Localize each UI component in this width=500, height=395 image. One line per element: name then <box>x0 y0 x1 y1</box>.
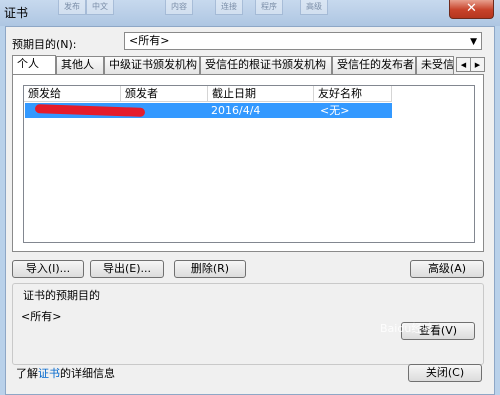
tab-others[interactable]: 其他人 <box>56 56 104 74</box>
close-button[interactable]: 关闭(C) <box>408 364 482 382</box>
advanced-button[interactable]: 高级(A) <box>410 260 484 278</box>
background-tab: 连接 <box>215 0 243 15</box>
import-button[interactable]: 导入(I)... <box>12 260 84 278</box>
title-bar: 证书 发布 中文 内容 连接 程序 高级 ✕ <box>0 0 500 26</box>
chevron-down-icon: ▼ <box>470 37 477 47</box>
column-friendly-name[interactable]: 友好名称 <box>314 86 392 102</box>
tab-scroll-left-icon[interactable]: ◀ <box>456 57 471 72</box>
footer-prefix: 了解 <box>16 367 38 380</box>
footer-suffix: 的详细信息 <box>60 367 115 380</box>
cell-expiration: 2016/4/4 <box>211 104 261 117</box>
certificate-list[interactable]: 颁发给 颁发者 截止日期 友好名称 2016/4/4 <无> <box>23 85 475 243</box>
export-button[interactable]: 导出(E)... <box>90 260 164 278</box>
purpose-value: <所有> <box>129 34 170 47</box>
window-title: 证书 <box>4 6 29 20</box>
tab-personal[interactable]: 个人 <box>12 55 56 75</box>
table-row[interactable]: 2016/4/4 <无> <box>25 103 392 118</box>
cell-friendly-name: <无> <box>320 104 350 117</box>
column-issuer[interactable]: 颁发者 <box>121 86 208 102</box>
column-issued-to[interactable]: 颁发给 <box>24 86 121 102</box>
column-expiration[interactable]: 截止日期 <box>208 86 314 102</box>
tab-panel: 颁发给 颁发者 截止日期 友好名称 2016/4/4 <无> <box>12 74 484 252</box>
purpose-label: 预期目的(N): <box>12 38 77 51</box>
watermark: Baidu经验 <box>380 322 434 335</box>
tab-intermediate-ca[interactable]: 中级证书颁发机构 <box>104 56 200 74</box>
background-tab: 高级 <box>300 0 328 15</box>
redaction-mark <box>34 104 146 117</box>
background-tab: 程序 <box>255 0 283 15</box>
close-icon[interactable]: ✕ <box>449 0 494 19</box>
intended-purposes-value: <所有> <box>21 310 62 323</box>
tab-scroll-right-icon[interactable]: ▶ <box>470 57 485 72</box>
certificate-link[interactable]: 证书 <box>38 367 60 380</box>
purpose-dropdown[interactable]: <所有> ▼ <box>124 32 482 50</box>
tab-trusted-root-ca[interactable]: 受信任的根证书颁发机构 <box>200 56 332 74</box>
background-tab: 中文 <box>86 0 114 15</box>
delete-button[interactable]: 删除(R) <box>174 260 246 278</box>
background-tab: 发布 <box>58 0 86 15</box>
background-tab: 内容 <box>165 0 193 15</box>
group-title: 证书的预期目的 <box>21 287 102 303</box>
dialog-body: 预期目的(N): <所有> ▼ 个人 其他人 中级证书颁发机构 受信任的根证书颁… <box>5 26 495 395</box>
learn-more-text: 了解证书的详细信息 <box>16 365 115 381</box>
tab-untrusted[interactable]: 未受信 <box>416 56 454 74</box>
tab-trusted-publishers[interactable]: 受信任的发布者 <box>332 56 416 74</box>
